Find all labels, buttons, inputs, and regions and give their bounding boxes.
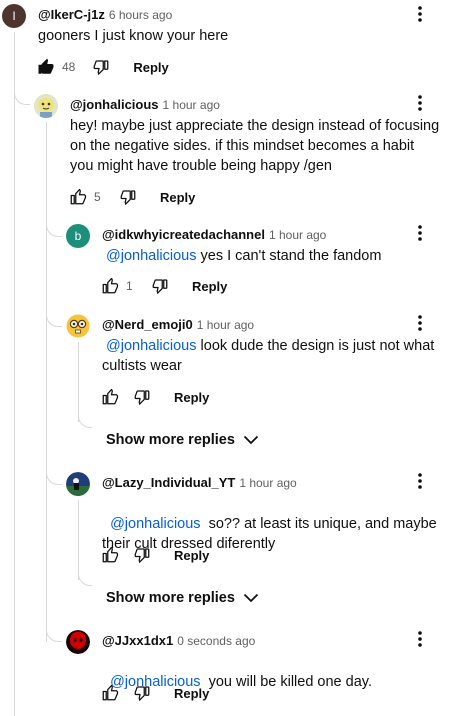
subthread-connector: [78, 414, 92, 428]
reply-button[interactable]: Reply: [174, 390, 209, 405]
thread-line-top: [14, 32, 15, 716]
reply-button[interactable]: Reply: [174, 686, 209, 701]
thread-line-replies: [46, 122, 47, 642]
comment-actions: Reply: [100, 543, 209, 567]
comment-time[interactable]: 1 hour ago: [269, 228, 326, 242]
comment-author[interactable]: @Lazy_Individual_YT: [102, 475, 235, 490]
thumbs-up-icon[interactable]: [100, 683, 120, 703]
reply-button[interactable]: Reply: [192, 279, 227, 294]
comment-author[interactable]: @IkerC-j1z: [38, 7, 105, 22]
thumbs-down-icon[interactable]: [132, 545, 152, 565]
chevron-down-icon: [243, 593, 259, 603]
reply-button[interactable]: Reply: [160, 190, 195, 205]
comment-text: hey! maybe just appreciate the design in…: [70, 118, 440, 174]
show-more-replies-button[interactable]: Show more replies: [106, 590, 259, 606]
thumbs-down-icon[interactable]: [118, 187, 138, 207]
avatar[interactable]: [66, 314, 90, 338]
subthread-connector: [78, 572, 92, 586]
thumbs-up-icon[interactable]: [36, 57, 56, 77]
comment-time[interactable]: 0 seconds ago: [177, 634, 255, 648]
comment-author[interactable]: @jonhalicious: [70, 97, 159, 112]
comment-author[interactable]: @idkwhyicreatedachannel: [102, 227, 265, 242]
more-vert-icon[interactable]: [410, 627, 430, 651]
mention-link[interactable]: @jonhalicious: [106, 338, 197, 354]
chevron-down-icon: [243, 435, 259, 445]
thumbs-up-icon[interactable]: [68, 187, 88, 207]
avatar[interactable]: I: [2, 4, 26, 28]
reply-button[interactable]: Reply: [174, 548, 209, 563]
thread-connector: [14, 85, 30, 105]
avatar-letter: I: [12, 9, 16, 23]
comment-text-content: you will be killed one day.: [200, 674, 372, 690]
comment-time[interactable]: 1 hour ago: [163, 98, 220, 112]
avatar[interactable]: [66, 630, 90, 654]
comment-header: @Lazy_Individual_YT 1 hour ago: [102, 475, 297, 490]
mention-link[interactable]: @jonhalicious: [110, 516, 201, 532]
avatar-letter: b: [74, 229, 82, 243]
comment-actions: Reply: [100, 385, 209, 409]
comment-text: gooners I just know your here: [38, 28, 229, 44]
comment-time[interactable]: 1 hour ago: [197, 318, 254, 332]
thumbs-up-icon[interactable]: [100, 545, 120, 565]
comment-actions: 5 Reply: [68, 185, 195, 209]
thumbs-down-icon[interactable]: [91, 57, 111, 77]
show-more-label: Show more replies: [106, 432, 235, 448]
comment-text: @jonhalicious look dude the design is ju…: [102, 336, 438, 376]
avatar[interactable]: [34, 94, 58, 118]
show-more-replies-button[interactable]: Show more replies: [106, 432, 259, 448]
comment-actions: 1 Reply: [100, 274, 227, 298]
like-count: 1: [126, 279, 133, 293]
comment-text-content: yes I can't stand the fandom: [196, 248, 382, 264]
comment-header: @JJxx1dx1 0 seconds ago: [102, 633, 255, 648]
thumbs-up-icon[interactable]: [100, 387, 120, 407]
more-vert-icon[interactable]: [410, 91, 430, 115]
avatar[interactable]: [66, 472, 90, 496]
thumbs-down-icon[interactable]: [132, 683, 152, 703]
more-vert-icon[interactable]: [410, 2, 430, 26]
reply-connector: [46, 305, 62, 327]
more-vert-icon[interactable]: [410, 221, 430, 245]
more-vert-icon[interactable]: [410, 311, 430, 335]
reply-button[interactable]: Reply: [133, 60, 168, 75]
comment-header: @idkwhyicreatedachannel 1 hour ago: [102, 227, 326, 242]
reply-connector: [46, 463, 62, 485]
reply-connector: [46, 620, 62, 642]
more-vert-icon[interactable]: [410, 469, 430, 493]
thumbs-down-icon[interactable]: [132, 387, 152, 407]
reply-connector: [46, 215, 62, 237]
avatar[interactable]: b: [66, 224, 90, 248]
comment-actions: 48 Reply: [36, 55, 169, 79]
like-count: 48: [62, 60, 76, 74]
comment-author[interactable]: @JJxx1dx1: [102, 633, 173, 648]
comment-author[interactable]: @Nerd_emoji0: [102, 317, 193, 332]
comment-time[interactable]: 1 hour ago: [239, 476, 296, 490]
like-count: 5: [94, 190, 101, 204]
comment-time[interactable]: 6 hours ago: [109, 8, 172, 22]
comment-actions: Reply: [100, 681, 209, 705]
subthread-line: [78, 342, 79, 422]
comment-header: @Nerd_emoji0 1 hour ago: [102, 317, 254, 332]
thumbs-down-icon[interactable]: [150, 276, 170, 296]
comment-header: @IkerC-j1z 6 hours ago: [38, 7, 172, 22]
comment-text: @jonhalicious yes I can't stand the fand…: [106, 246, 436, 266]
show-more-label: Show more replies: [106, 590, 235, 606]
thumbs-up-icon[interactable]: [100, 276, 120, 296]
comment-header: @jonhalicious 1 hour ago: [70, 97, 220, 112]
subthread-line: [78, 500, 79, 580]
mention-link[interactable]: @jonhalicious: [106, 248, 197, 264]
